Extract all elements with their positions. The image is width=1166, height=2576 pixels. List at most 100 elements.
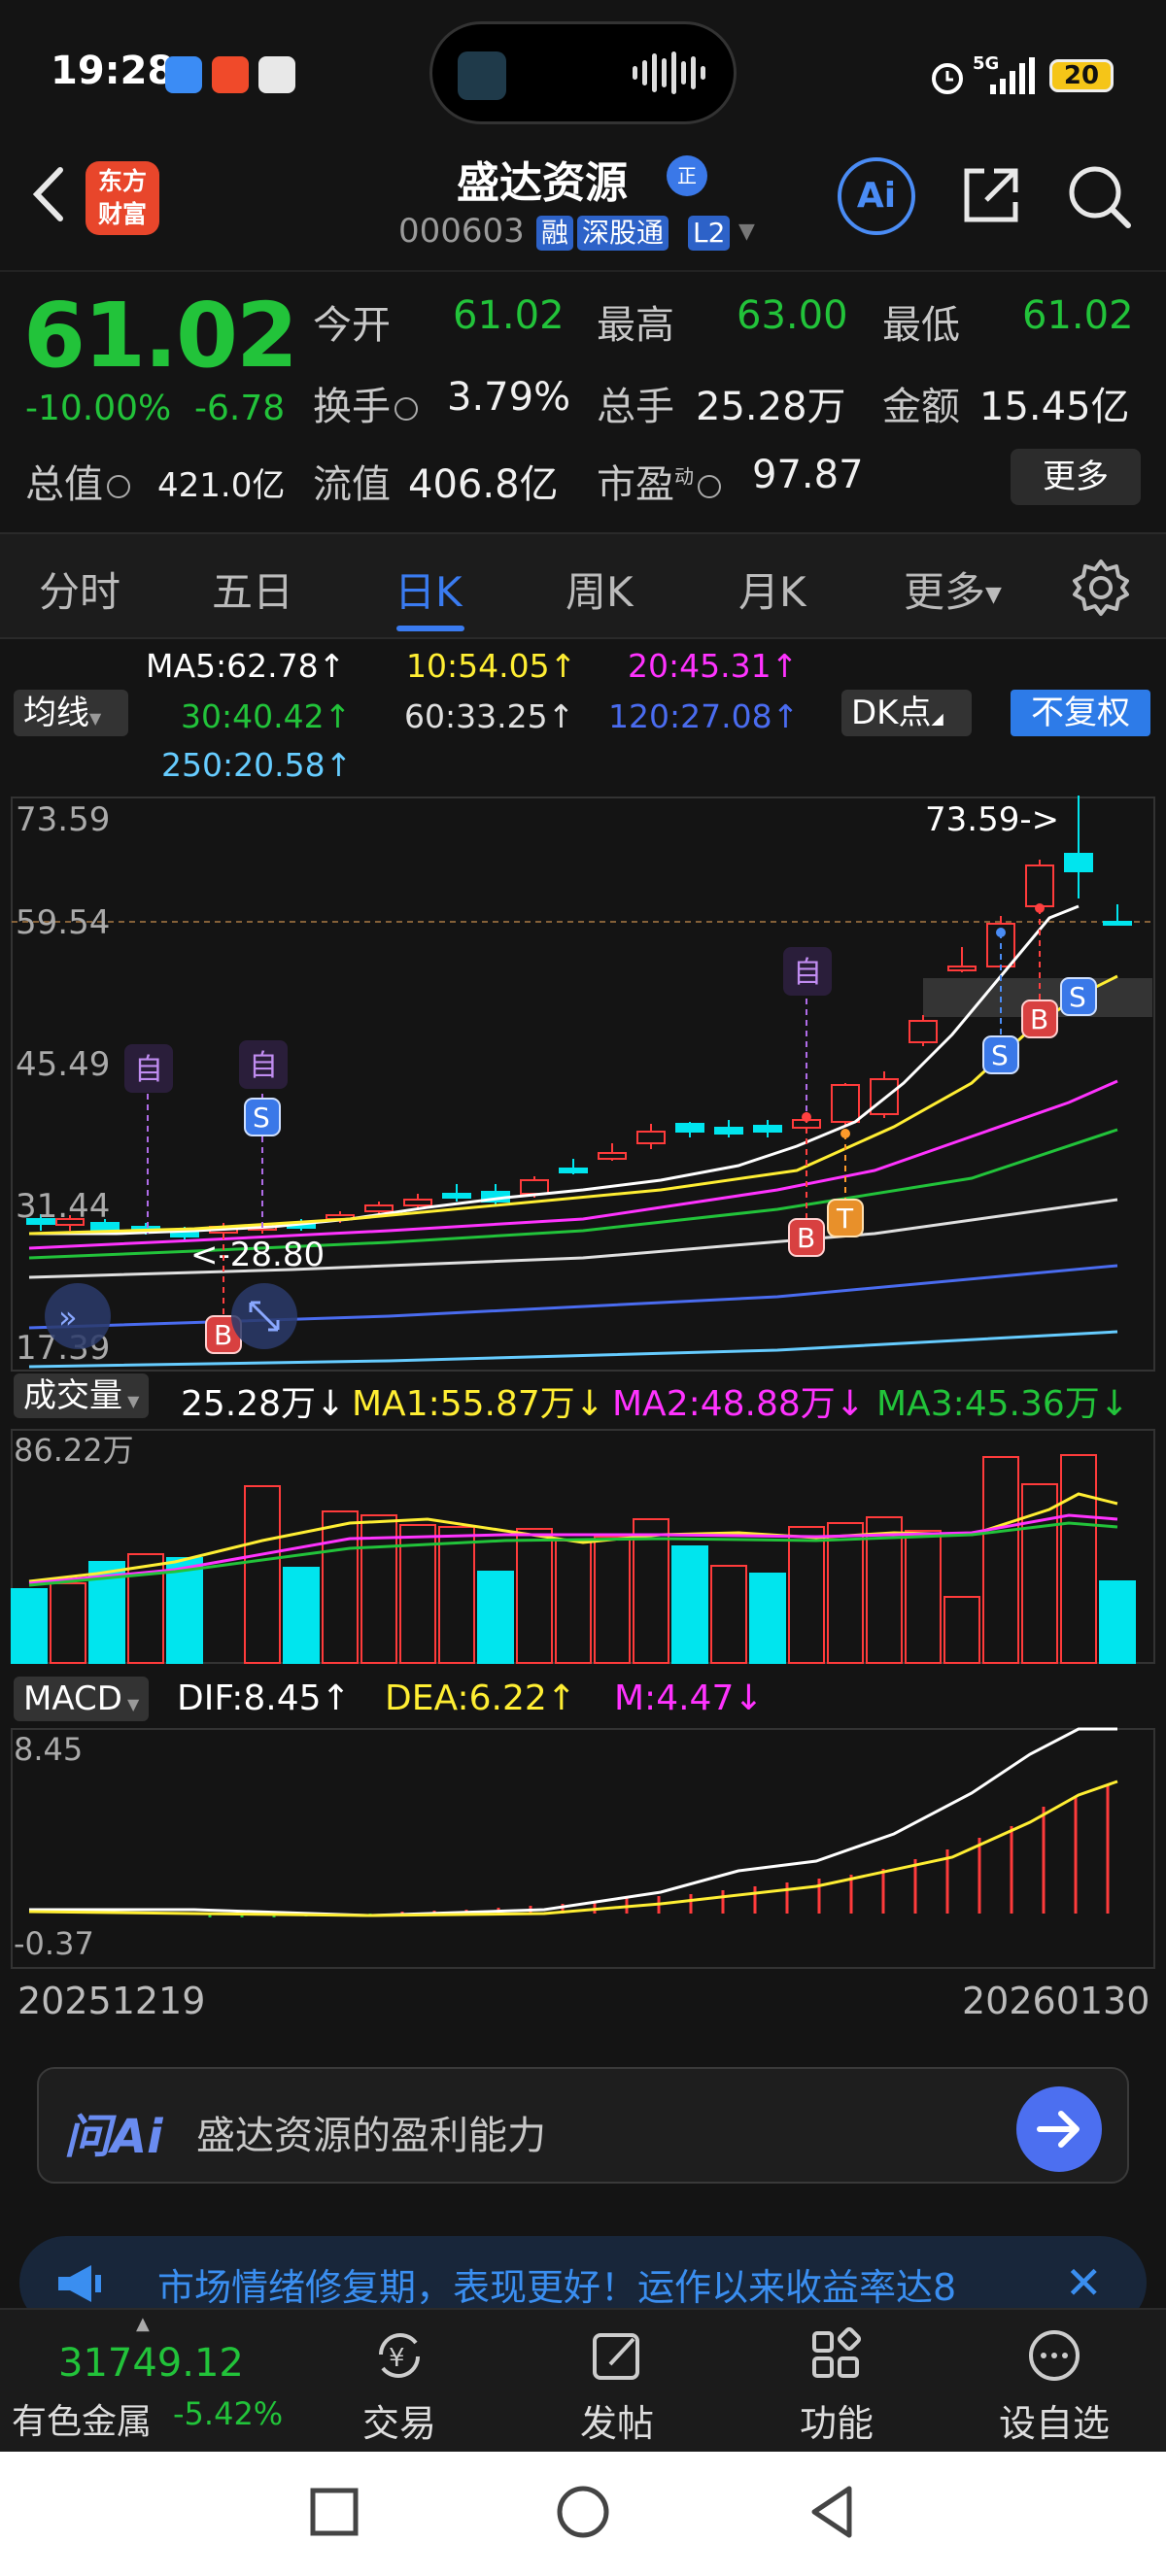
dk-point-select[interactable]: DK点◢ (841, 690, 972, 736)
tab-weekly-k[interactable]: 周K (566, 559, 634, 619)
ai-assistant-button[interactable]: Ai (838, 157, 915, 235)
info-icon[interactable] (107, 475, 130, 498)
add-watchlist-label: 设自选 (998, 2402, 1110, 2445)
sector-index-value[interactable]: 31749.12 (58, 2341, 244, 2386)
triangle-back-icon (811, 2486, 852, 2538)
square-icon (310, 2488, 359, 2536)
tab-more[interactable]: 更多▼ (904, 559, 1002, 619)
close-icon[interactable]: ✕ (1065, 2259, 1103, 2306)
sell-marker-1[interactable]: S (253, 1102, 270, 1134)
sector-change: -5.42% (173, 2395, 284, 2432)
volume-bar (710, 1565, 747, 1664)
ma-select[interactable]: 均线▼ (14, 690, 128, 736)
functions-button[interactable]: 功能 (764, 2320, 909, 2446)
volume-chart[interactable]: 86.22万 (0, 1426, 1166, 1669)
macd-svg: 8.45 -0.37 (11, 1727, 1155, 1969)
trade-label: 交易 (361, 2402, 436, 2445)
amount-value: 15.45亿 (979, 385, 1130, 429)
pe-label: 市盈动 (597, 453, 725, 509)
volume-bar (788, 1526, 825, 1664)
volume-bar (1021, 1483, 1058, 1664)
volume-bar (671, 1545, 708, 1664)
candle (870, 1071, 899, 1118)
banner-text[interactable]: 市场情绪修复期，表现更好！运作以来收益率达8 (157, 2257, 1061, 2311)
ma5-line (29, 904, 1080, 1236)
ask-ai-prompt[interactable]: 盛达资源的盈利能力 (196, 2104, 546, 2160)
volume-label: 总手 (597, 385, 674, 429)
search-icon[interactable] (1064, 161, 1134, 231)
tab-monthly-k[interactable]: 月K (738, 559, 806, 619)
chevron-down-icon[interactable]: ▼ (738, 220, 755, 244)
macd-dif-value: DIF:8.45↑ (177, 1678, 351, 1718)
macd-chart[interactable]: 8.45 -0.37 (0, 1725, 1166, 1978)
quote-panel: 61.02 -10.00% -6.78 今开 61.02 最高 63.00 最低… (0, 270, 1166, 530)
candle (714, 1120, 743, 1137)
info-icon[interactable] (394, 397, 418, 421)
macd-y-max: 8.45 (14, 1731, 83, 1768)
info-icon[interactable] (698, 475, 721, 498)
pe-value: 97.87 (752, 453, 864, 497)
app-notification-icon (212, 56, 249, 93)
vol-y-max: 86.22万 (14, 1432, 134, 1469)
sector-name[interactable]: 有色金属 (12, 2393, 152, 2444)
app-logo[interactable]: 东方 财富 (86, 161, 159, 235)
float-label: 流值 (313, 462, 391, 507)
caret-down-icon: ▼ (985, 583, 1002, 607)
status-indicators: 5G 20 (928, 53, 1142, 96)
kline-chart[interactable]: 73.59 59.54 45.49 31.44 17.39 73.59-> <-… (0, 792, 1166, 1374)
tab-daily-k[interactable]: 日K (394, 559, 463, 619)
volume-bar (477, 1571, 514, 1664)
ma60-value: 60:33.25↑ (404, 697, 575, 735)
dynamic-island[interactable] (429, 21, 737, 124)
home-button[interactable] (552, 2481, 614, 2543)
logo-line2: 财富 (97, 200, 147, 228)
volume-bar (982, 1456, 1019, 1664)
volume-bar (11, 1588, 48, 1664)
stock-name[interactable]: 盛达资源 (457, 148, 628, 210)
sell-marker-2[interactable]: S (991, 1039, 1009, 1071)
candle (909, 1015, 938, 1046)
ask-ai-submit-button[interactable] (1016, 2086, 1102, 2172)
t-marker[interactable]: T (836, 1203, 854, 1235)
no-adjust-button[interactable]: 不复权 (1011, 690, 1150, 736)
buy-marker-2[interactable]: B (797, 1222, 815, 1254)
y-label-3: 45.49 (16, 1045, 110, 1084)
self-marker-1[interactable]: 自 (134, 1053, 163, 1087)
post-label: 发帖 (579, 2402, 654, 2445)
back-button[interactable] (19, 160, 78, 228)
gear-icon[interactable] (1071, 558, 1131, 618)
post-button[interactable]: 发帖 (544, 2320, 690, 2446)
back-nav-button[interactable] (801, 2481, 863, 2543)
svg-text:¥: ¥ (389, 2344, 405, 2373)
media-app-icon (458, 51, 506, 100)
buy-marker-1[interactable]: B (214, 1319, 232, 1351)
volume-bar (438, 1526, 475, 1664)
pe-type: 动 (674, 464, 694, 489)
open-value: 61.02 (453, 293, 565, 338)
ask-ai-bar[interactable]: 问Ai 盛达资源的盈利能力 (37, 2067, 1129, 2184)
tab-five-day[interactable]: 五日 (212, 559, 293, 619)
tab-intraday[interactable]: 分时 (39, 559, 120, 619)
more-dots-icon (1029, 2330, 1080, 2381)
macd-dea-value: DEA:6.22↑ (385, 1678, 576, 1718)
recent-apps-button[interactable] (303, 2481, 365, 2543)
self-marker-2[interactable]: 自 (249, 1049, 278, 1083)
volume-bar (283, 1567, 320, 1664)
start-date: 20251219 (17, 1980, 206, 2022)
more-button[interactable]: 更多 (1011, 449, 1141, 505)
volume-indicator-select[interactable]: 成交量 ▼ (14, 1373, 150, 1418)
add-watchlist-button[interactable]: 设自选 (981, 2320, 1127, 2446)
macd-indicator-select[interactable]: MACD ▼ (14, 1677, 150, 1721)
vol-ma2-value: MA2:48.88万↓ (612, 1384, 865, 1424)
trade-button[interactable]: ¥ 交易 (326, 2320, 472, 2446)
volume-bar (516, 1528, 553, 1664)
low-value: 61.02 (1022, 293, 1134, 338)
caret-up-icon: ▲ (136, 2314, 150, 2334)
candle (947, 947, 977, 972)
self-marker-3[interactable]: 自 (793, 956, 822, 990)
share-icon[interactable] (957, 161, 1025, 229)
low-label: 最低 (882, 303, 960, 348)
buy-marker-3[interactable]: B (1030, 1003, 1048, 1035)
sell-marker-3[interactable]: S (1069, 981, 1086, 1013)
scroll-left-button[interactable] (45, 1283, 111, 1349)
